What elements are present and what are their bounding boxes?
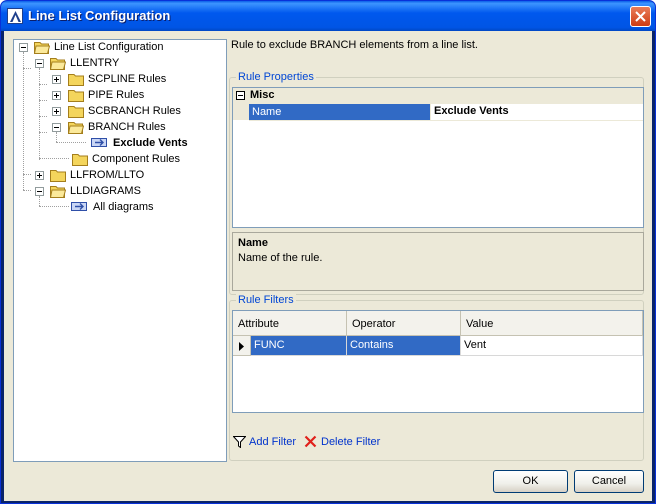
config-tree[interactable]: Line List Configuration LLENTRY SCPLINE … bbox=[13, 39, 227, 462]
folder-icon bbox=[68, 106, 84, 118]
expand-scbranch-toggle[interactable] bbox=[52, 107, 61, 116]
ok-button[interactable]: OK bbox=[493, 470, 568, 493]
folder-icon bbox=[72, 154, 88, 166]
filters-grid[interactable]: Attribute Operator Value FUNC Contains V… bbox=[232, 310, 644, 413]
property-name-cell[interactable]: Name bbox=[249, 104, 430, 120]
cell-operator[interactable]: Contains bbox=[347, 336, 461, 356]
property-value-cell[interactable]: Exclude Vents bbox=[431, 104, 643, 120]
expand-llfrom-toggle[interactable] bbox=[35, 171, 44, 180]
rule-icon bbox=[71, 202, 87, 211]
cancel-button[interactable]: Cancel bbox=[574, 470, 644, 493]
rule-properties-title: Rule Properties bbox=[236, 71, 316, 83]
app-icon bbox=[7, 8, 23, 24]
window-title: Line List Configuration bbox=[28, 8, 171, 23]
folder-icon bbox=[68, 90, 84, 102]
property-grid[interactable]: Misc Name Exclude Vents bbox=[232, 87, 644, 228]
dialog-client: Line List Configuration LLENTRY SCPLINE … bbox=[4, 31, 652, 501]
expand-pipe-toggle[interactable] bbox=[52, 91, 61, 100]
row-header[interactable] bbox=[233, 336, 251, 356]
help-text: Name of the rule. bbox=[238, 252, 323, 264]
folder-open-icon bbox=[68, 122, 84, 134]
folder-open-icon bbox=[50, 186, 66, 198]
current-row-arrow-icon bbox=[239, 342, 244, 351]
column-header-attribute[interactable]: Attribute bbox=[233, 311, 347, 336]
folder-open-icon bbox=[50, 58, 66, 70]
collapse-root-toggle[interactable] bbox=[19, 43, 28, 52]
close-button[interactable] bbox=[630, 6, 651, 27]
cell-value[interactable]: Vent bbox=[461, 336, 643, 356]
delete-filter-button[interactable]: Delete Filter bbox=[321, 436, 380, 448]
title-bar[interactable]: Line List Configuration bbox=[1, 1, 655, 31]
collapse-lldiagrams-toggle[interactable] bbox=[35, 187, 44, 196]
collapse-llentry-toggle[interactable] bbox=[35, 59, 44, 68]
category-row-misc[interactable]: Misc bbox=[233, 88, 643, 104]
folder-icon bbox=[50, 170, 66, 182]
close-icon bbox=[635, 11, 646, 22]
dialog-window: Line List Configuration Line List Config… bbox=[0, 0, 656, 504]
rule-description: Rule to exclude BRANCH elements from a l… bbox=[231, 39, 478, 51]
rule-icon bbox=[91, 138, 107, 147]
property-help-panel: Name Name of the rule. bbox=[232, 232, 644, 291]
add-filter-button[interactable]: Add Filter bbox=[249, 436, 296, 448]
collapse-misc-toggle[interactable] bbox=[236, 91, 245, 100]
column-header-operator[interactable]: Operator bbox=[347, 311, 461, 336]
delete-icon[interactable] bbox=[304, 435, 317, 448]
cell-attribute[interactable]: FUNC bbox=[251, 336, 347, 356]
help-title: Name bbox=[238, 237, 268, 249]
column-header-value[interactable]: Value bbox=[461, 311, 643, 336]
filter-icon[interactable] bbox=[233, 436, 246, 448]
category-label: Misc bbox=[250, 89, 275, 101]
collapse-branch-toggle[interactable] bbox=[52, 123, 61, 132]
rule-filters-title: Rule Filters bbox=[236, 294, 296, 306]
folder-icon bbox=[68, 74, 84, 86]
folder-open-icon bbox=[34, 42, 50, 54]
expand-scpline-toggle[interactable] bbox=[52, 75, 61, 84]
